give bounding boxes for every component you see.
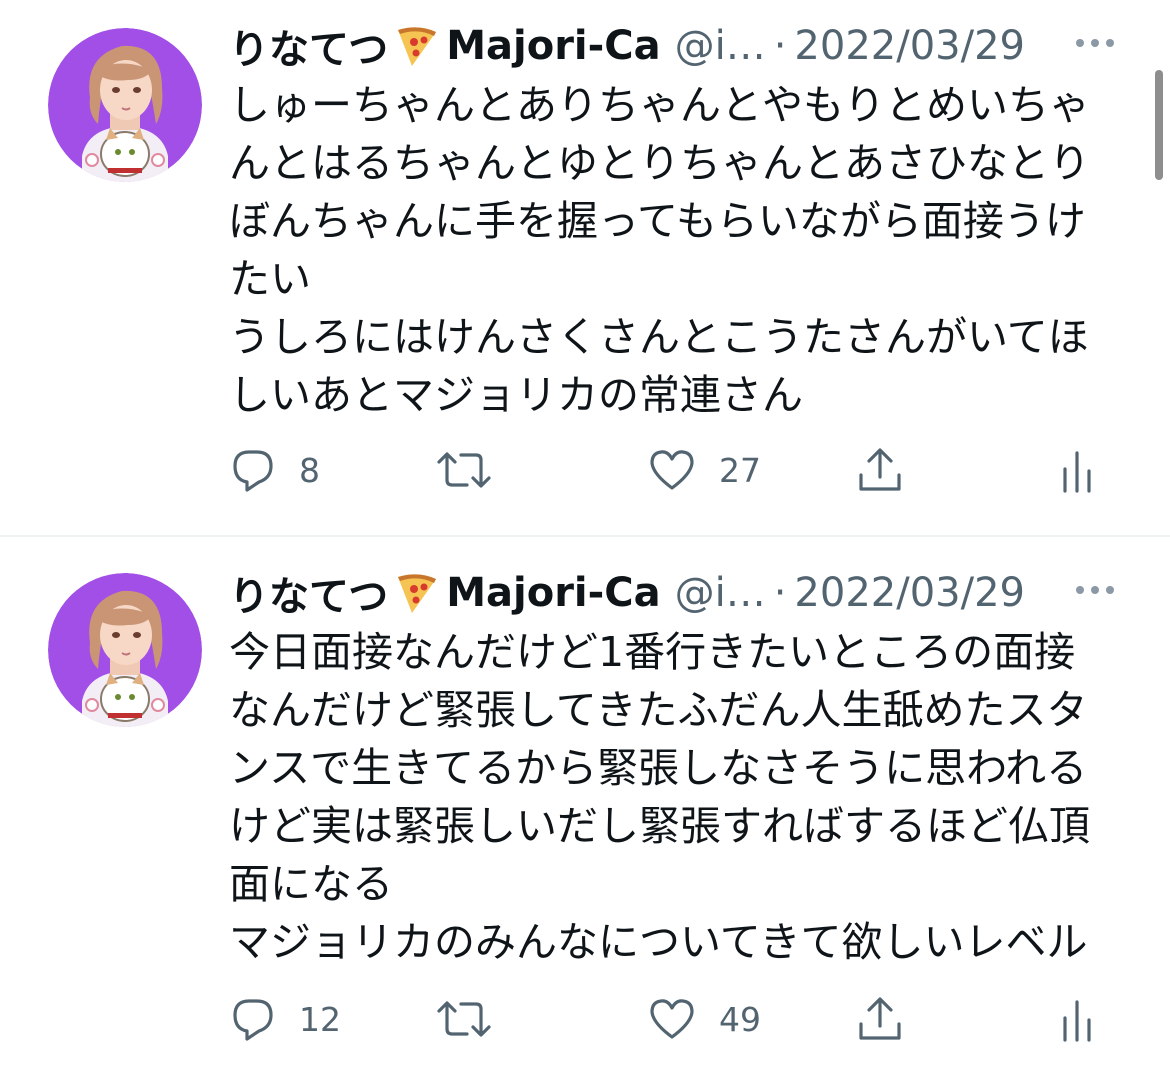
like-icon	[650, 450, 694, 490]
tweet[interactable]: りなてつ Majori-Ca @i… · 2022/03/29 今日面接なんだけ…	[0, 537, 1170, 1073]
tweet-line: ぼんちゃんに手を握ってもらいながら面接うけ	[229, 197, 1086, 245]
reply-icon	[233, 450, 273, 492]
analytics-icon	[1063, 1000, 1091, 1042]
author-handle[interactable]: @i…	[675, 570, 766, 616]
share-button[interactable]	[855, 991, 905, 1047]
pizza-icon	[392, 569, 440, 617]
analytics-button[interactable]	[1057, 991, 1097, 1047]
analytics-icon	[1063, 451, 1091, 493]
share-icon	[859, 997, 901, 1040]
share-icon	[859, 448, 901, 491]
tweet-line: マジョリカのみんなについてきて欲しいレベル	[229, 918, 1088, 966]
author-name-suffix[interactable]: Majori-Ca	[446, 570, 660, 616]
separator: ·	[773, 570, 787, 616]
tweet-line: なんだけど緊張してきたふだん人生舐めたスタ	[229, 686, 1088, 734]
retweet-icon	[437, 1001, 491, 1037]
tweet-line: たい	[229, 255, 311, 303]
share-button[interactable]	[855, 442, 905, 498]
tweet-line: 今日面接なんだけど1番行きたいところの面接	[229, 628, 1076, 676]
tweet[interactable]: りなてつ Majori-Ca @i… · 2022/03/29 しゅーちゃんとあ…	[0, 0, 1170, 535]
tweet-date[interactable]: 2022/03/29	[794, 570, 1025, 616]
avatar[interactable]	[48, 28, 202, 182]
reply-button[interactable]: 12	[229, 991, 341, 1047]
tweet-line: んとはるちゃんとゆとりちゃんとあさひなとり	[229, 139, 1090, 187]
like-button[interactable]: 27	[647, 442, 761, 498]
retweet-button[interactable]	[435, 991, 515, 1047]
more-icon[interactable]	[1072, 575, 1118, 605]
tweet-text: 今日面接なんだけど1番行きたいところの面接 なんだけど緊張してきたふだん人生舐め…	[229, 623, 1119, 971]
like-icon	[650, 999, 694, 1039]
more-icon[interactable]	[1072, 28, 1118, 58]
separator: ·	[773, 23, 787, 69]
tweet-line: しゅーちゃんとありちゃんとやもりとめいちゃ	[229, 81, 1090, 129]
action-bar: 12 49	[229, 991, 1119, 1047]
reply-icon	[233, 999, 273, 1041]
analytics-button[interactable]	[1057, 442, 1097, 498]
reply-count: 12	[299, 999, 341, 1039]
like-count: 49	[719, 999, 761, 1039]
retweet-button[interactable]	[435, 442, 515, 498]
avatar[interactable]	[48, 573, 202, 727]
tweet-line: ンスで生きてるから緊張しなさそうに思われる	[229, 744, 1088, 792]
like-count: 27	[719, 450, 761, 490]
author-name[interactable]: りなてつ	[229, 17, 388, 75]
tweet-line: しいあとマジョリカの常連さん	[229, 371, 803, 419]
author-name[interactable]: りなてつ	[229, 564, 388, 622]
pizza-icon	[392, 22, 440, 70]
reply-button[interactable]: 8	[229, 442, 320, 498]
author-name-suffix[interactable]: Majori-Ca	[446, 23, 660, 69]
action-bar: 8 27	[229, 442, 1119, 498]
retweet-icon	[437, 452, 491, 488]
tweet-header: りなてつ Majori-Ca @i… · 2022/03/29	[229, 565, 1129, 621]
tweet-header: りなてつ Majori-Ca @i… · 2022/03/29	[229, 18, 1129, 74]
scrollbar[interactable]	[1155, 70, 1163, 180]
tweet-date[interactable]: 2022/03/29	[794, 23, 1025, 69]
tweet-text: しゅーちゃんとありちゃんとやもりとめいちゃ んとはるちゃんとゆとりちゃんとあさひ…	[229, 76, 1119, 424]
reply-count: 8	[299, 450, 320, 490]
author-handle[interactable]: @i…	[675, 23, 766, 69]
tweet-line: 面になる	[229, 860, 393, 908]
like-button[interactable]: 49	[647, 991, 761, 1047]
tweet-line: けど実は緊張しいだし緊張すればするほど仏頂	[229, 802, 1090, 850]
tweet-line: うしろにはけんさくさんとこうたさんがいてほ	[229, 313, 1089, 361]
